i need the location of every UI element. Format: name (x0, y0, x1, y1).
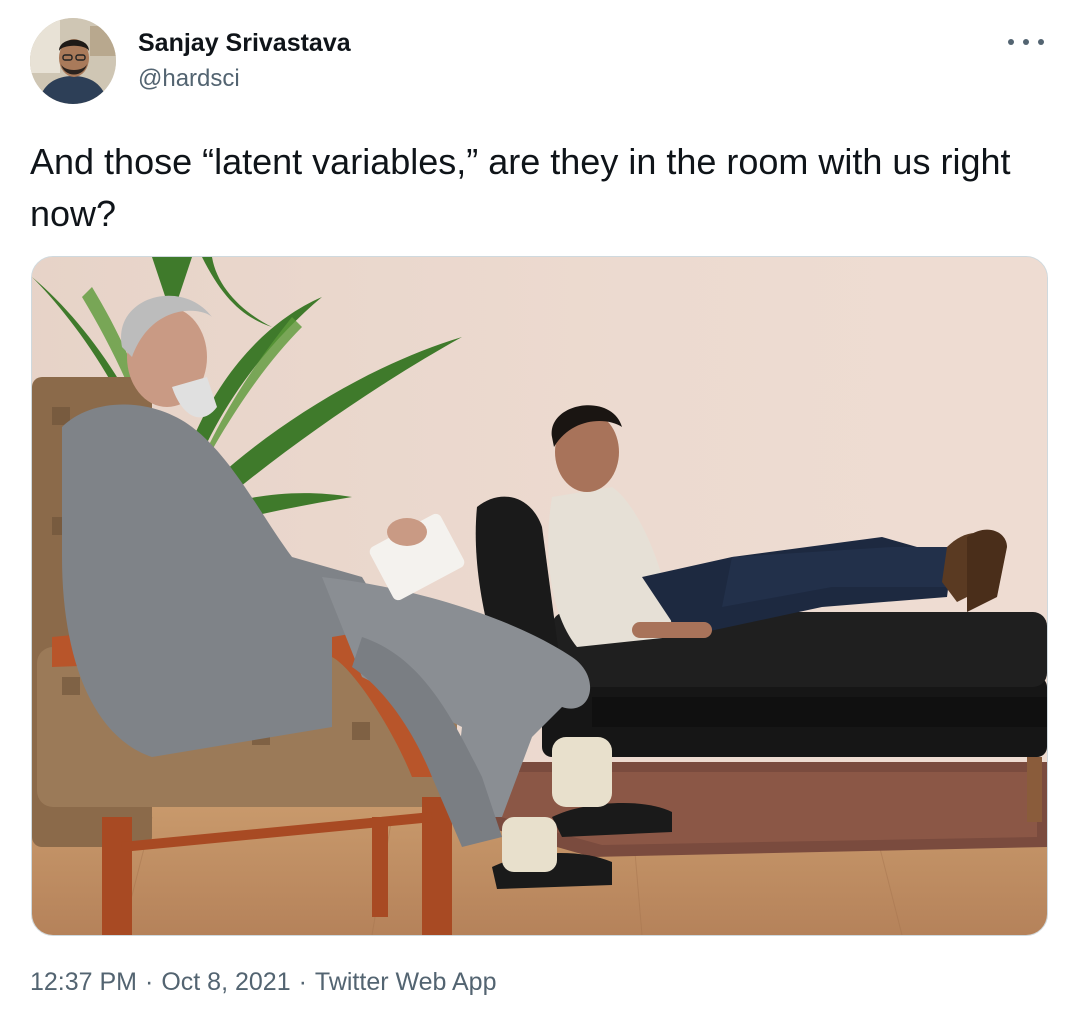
author-display-name[interactable]: Sanjay Srivastava (138, 28, 351, 58)
author-handle[interactable]: @hardsci (138, 62, 351, 96)
tweet-text: And those “latent variables,” are they i… (30, 141, 1011, 234)
tweet-meta: 12:37 PM · Oct 8, 2021 · Twitter Web App (30, 962, 497, 1002)
tweet-source-app[interactable]: Twitter Web App (315, 962, 497, 1002)
tweet-card: Sanjay Srivastava @hardsci And those “la… (0, 0, 1074, 1018)
tweet-date[interactable]: Oct 8, 2021 (161, 962, 290, 1002)
more-dot-icon (1008, 39, 1014, 45)
meta-separator: · (298, 968, 307, 996)
therapy-scene-photo (32, 257, 1047, 935)
author-avatar[interactable] (30, 18, 116, 104)
tweet-media-photo[interactable] (31, 256, 1048, 936)
more-options-button[interactable] (1008, 30, 1044, 54)
author-info: Sanjay Srivastava @hardsci (138, 28, 351, 96)
meta-separator: · (145, 968, 154, 996)
avatar-photo-icon (30, 18, 116, 104)
more-dot-icon (1038, 39, 1044, 45)
more-dot-icon (1023, 39, 1029, 45)
tweet-time[interactable]: 12:37 PM (30, 962, 137, 1002)
